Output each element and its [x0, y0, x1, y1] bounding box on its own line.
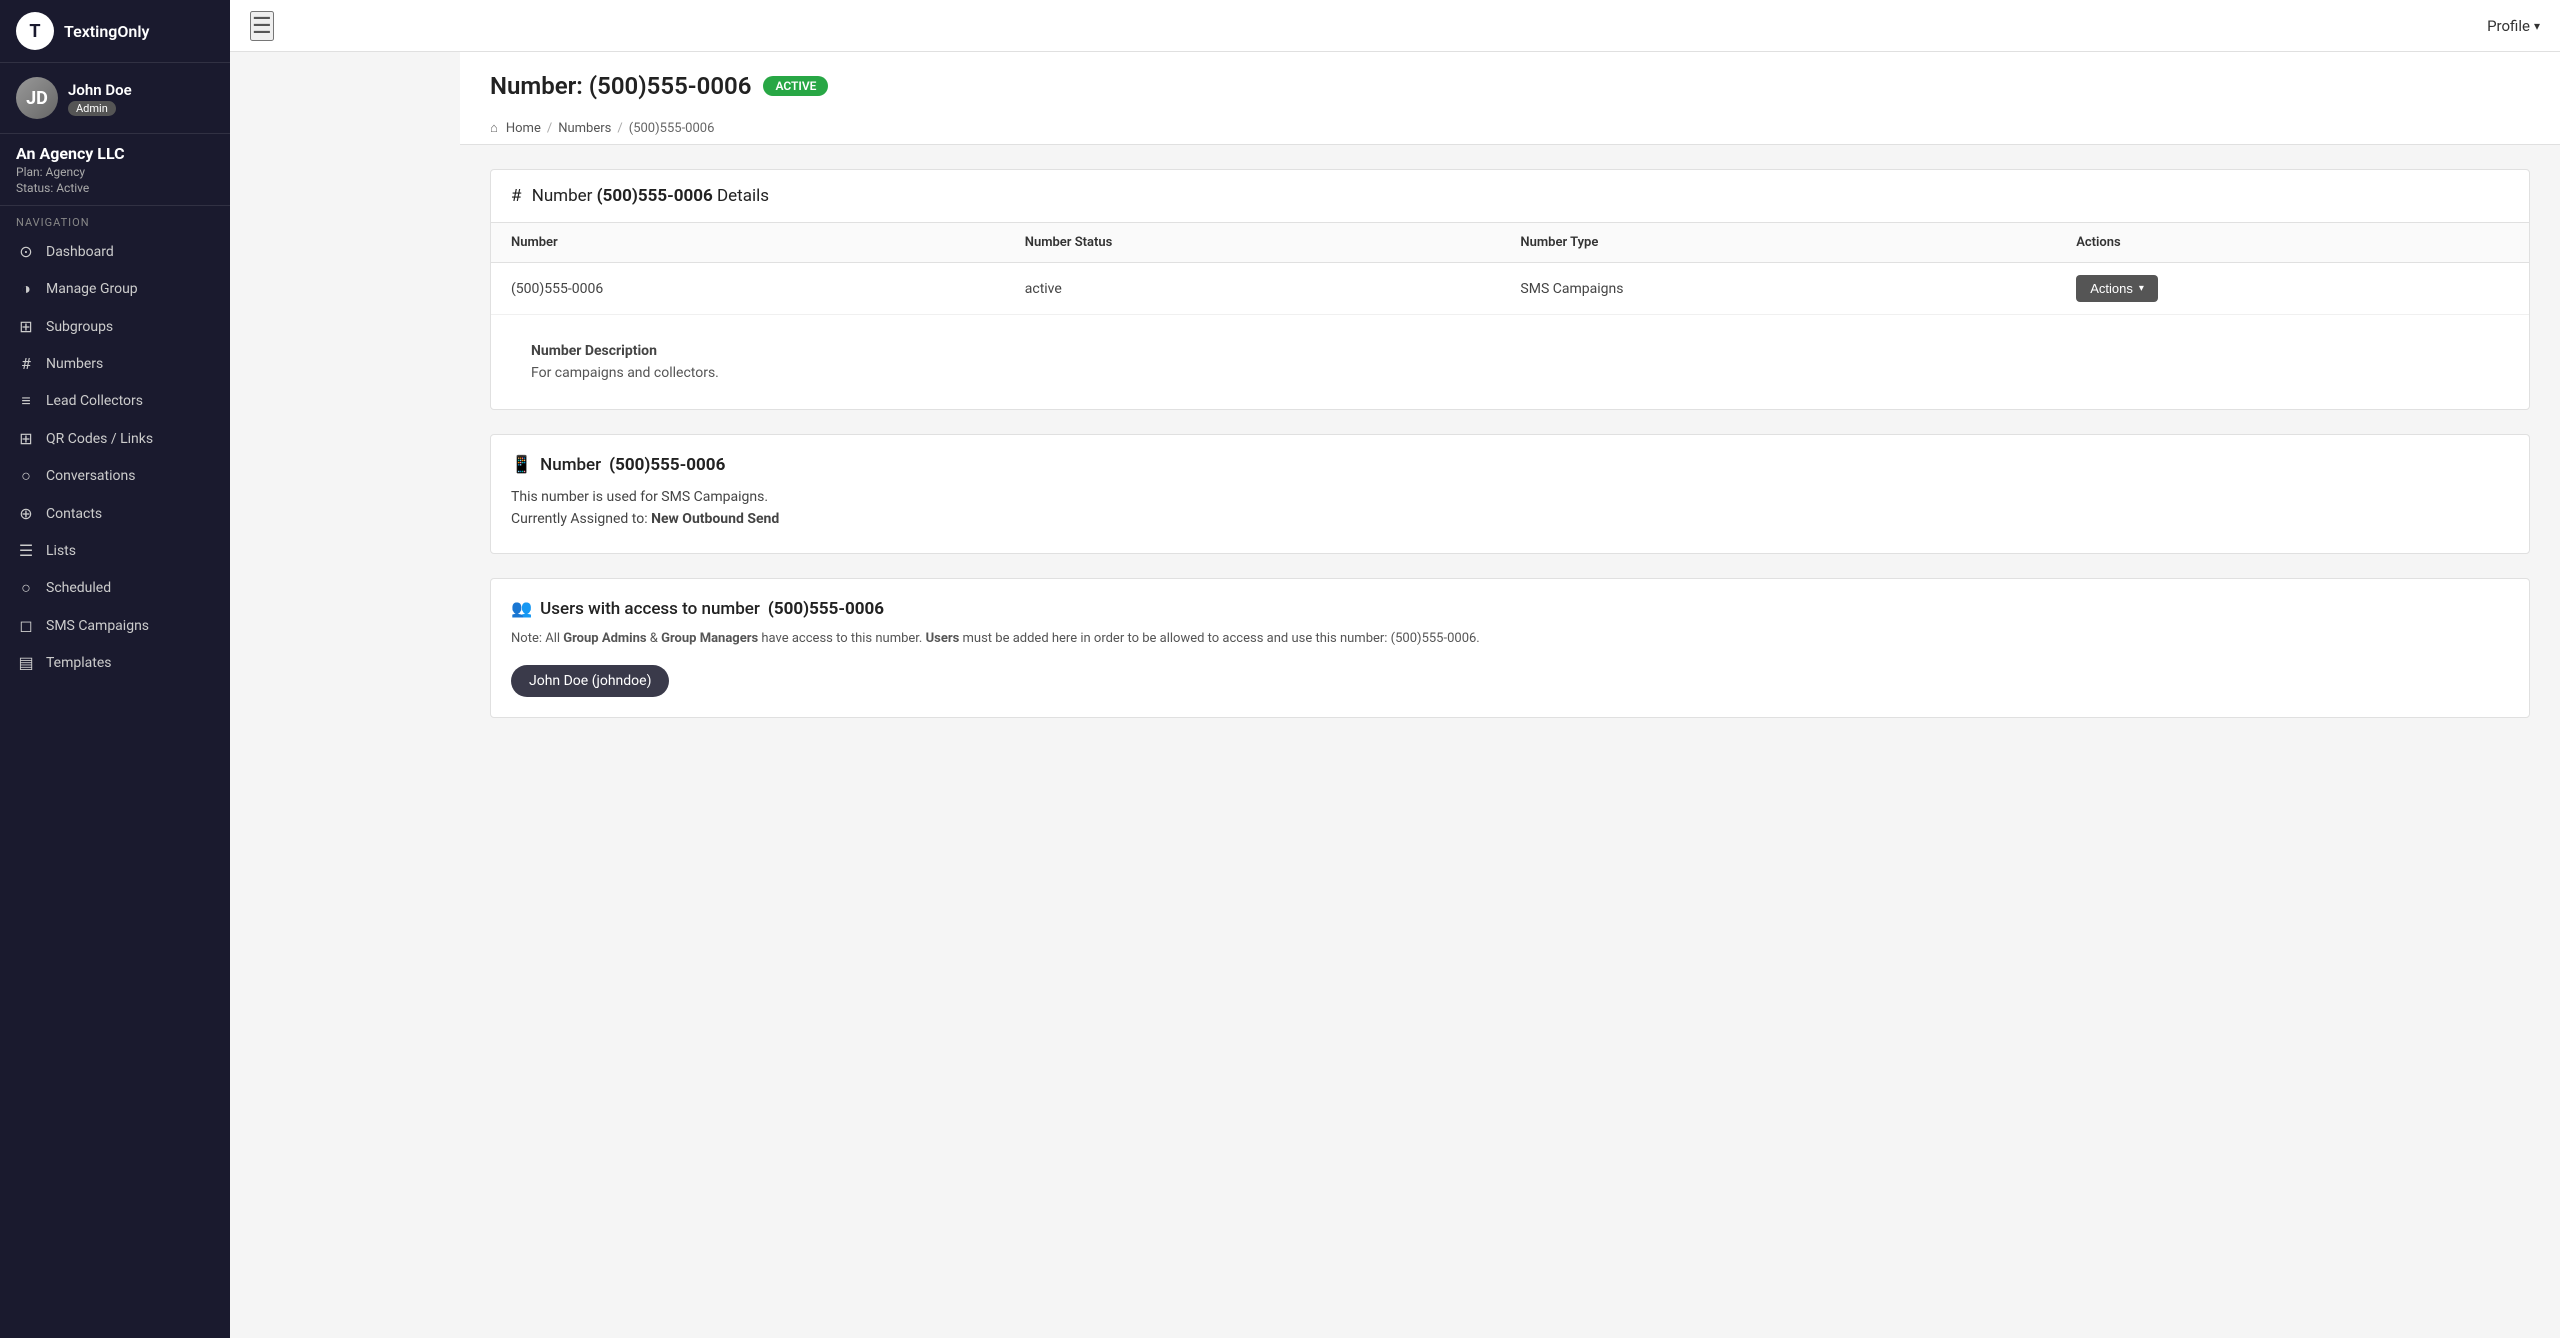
nav-label: NAVIGATION	[0, 206, 230, 233]
main-content: Number: (500)555-0006 ACTIVE ⌂ Home / Nu…	[460, 52, 2560, 1338]
agency-name: An Agency LLC	[16, 144, 214, 163]
sidebar-logo: T TextingOnly	[0, 0, 230, 63]
description-label: Number Description	[531, 343, 2489, 359]
phone-assigned: Currently Assigned to: New Outbound Send	[511, 511, 2509, 527]
details-section-title: # Number (500)555-0006 Details	[491, 170, 2529, 223]
agency-info: An Agency LLC Plan: Agency Status: Activ…	[0, 134, 230, 206]
users-section-content: 👥 Users with access to number (500)555-0…	[491, 579, 2529, 717]
description-text: For campaigns and collectors.	[531, 365, 2489, 381]
agency-plan: Plan: Agency	[16, 165, 214, 179]
page-title: Number: (500)555-0006	[490, 72, 751, 100]
sidebar-item-subgroups[interactable]: ⊞ Subgroups	[0, 308, 230, 345]
users-section-title: 👥 Users with access to number (500)555-0…	[511, 599, 2509, 619]
sidebar-item-label: Conversations	[46, 468, 135, 484]
description-row: Number Description For campaigns and col…	[491, 315, 2529, 410]
phone-section-title: 📱 Number (500)555-0006	[511, 455, 2509, 475]
sms-campaigns-icon: ◻	[16, 616, 36, 635]
sidebar-item-label: Contacts	[46, 506, 102, 522]
breadcrumb: ⌂ Home / Numbers / (500)555-0006	[490, 112, 2530, 144]
sidebar-item-sms-campaigns[interactable]: ◻ SMS Campaigns	[0, 607, 230, 644]
col-status: Number Status	[1005, 223, 1501, 263]
avatar: JD	[16, 77, 58, 119]
conversations-icon: ○	[16, 466, 36, 486]
phone-section-card: 📱 Number (500)555-0006 This number is us…	[490, 434, 2530, 554]
sidebar-item-label: Lists	[46, 543, 76, 559]
profile-button[interactable]: Profile ▾	[2487, 17, 2540, 35]
col-actions: Actions	[2056, 223, 2529, 263]
phone-info: This number is used for SMS Campaigns. C…	[511, 489, 2509, 527]
chevron-down-icon: ▾	[2534, 19, 2540, 33]
sidebar-item-numbers[interactable]: # Numbers	[0, 345, 230, 382]
sidebar-item-label: Lead Collectors	[46, 393, 143, 409]
templates-icon: ▤	[16, 653, 36, 672]
sidebar-item-label: Scheduled	[46, 580, 111, 596]
dashboard-icon: ⊙	[16, 242, 36, 261]
sidebar-item-contacts[interactable]: ⊕ Contacts	[0, 495, 230, 532]
app-name: TextingOnly	[64, 22, 149, 41]
cell-type: SMS Campaigns	[1500, 263, 2056, 315]
table-row: (500)555-0006 active SMS Campaigns Actio…	[491, 263, 2529, 315]
users-section-card: 👥 Users with access to number (500)555-0…	[490, 578, 2530, 718]
sidebar-item-manage-group[interactable]: ◑ Manage Group	[0, 270, 230, 308]
actions-dropdown-button[interactable]: Actions ▾	[2076, 275, 2158, 302]
user-role: Admin	[68, 101, 116, 116]
breadcrumb-numbers[interactable]: Numbers	[558, 121, 611, 136]
sidebar-item-scheduled[interactable]: ○ Scheduled	[0, 569, 230, 607]
cell-number: (500)555-0006	[491, 263, 1005, 315]
sidebar-item-lead-collectors[interactable]: ≡ Lead Collectors	[0, 382, 230, 420]
sidebar: T TextingOnly JD John Doe Admin An Agenc…	[0, 0, 230, 1338]
manage-group-icon: ◑	[16, 279, 36, 299]
logo-icon: T	[16, 12, 54, 50]
phone-section-content: 📱 Number (500)555-0006 This number is us…	[491, 435, 2529, 553]
numbers-icon: #	[16, 354, 36, 373]
col-type: Number Type	[1500, 223, 2056, 263]
sidebar-item-label: Dashboard	[46, 244, 114, 260]
number-details-card: # Number (500)555-0006 Details Number Nu…	[490, 169, 2530, 410]
lead-collectors-icon: ≡	[16, 391, 36, 411]
sidebar-item-label: SMS Campaigns	[46, 618, 149, 634]
user-info: JD John Doe Admin	[0, 63, 230, 134]
sidebar-item-dashboard[interactable]: ⊙ Dashboard	[0, 233, 230, 270]
users-note: Note: All Group Admins & Group Managers …	[511, 629, 2509, 649]
sidebar-item-qr-codes[interactable]: ⊞ QR Codes / Links	[0, 420, 230, 457]
caret-icon: ▾	[2139, 283, 2144, 294]
agency-status: Status: Active	[16, 181, 214, 195]
phone-icon: 📱	[511, 455, 532, 475]
phone-info-line1: This number is used for SMS Campaigns.	[511, 489, 2509, 505]
hamburger-button[interactable]: ☰	[250, 11, 274, 41]
breadcrumb-home[interactable]: Home	[506, 121, 541, 136]
sidebar-item-label: Templates	[46, 655, 112, 671]
sidebar-item-label: Manage Group	[46, 281, 138, 297]
details-table: Number Number Status Number Type Actions…	[491, 223, 2529, 409]
page-title-row: Number: (500)555-0006 ACTIVE	[490, 72, 2530, 112]
breadcrumb-current: (500)555-0006	[629, 121, 715, 136]
lists-icon: ☰	[16, 541, 36, 560]
status-badge: ACTIVE	[763, 76, 828, 96]
sidebar-item-lists[interactable]: ☰ Lists	[0, 532, 230, 569]
cell-status: active	[1005, 263, 1501, 315]
user-tag[interactable]: John Doe (johndoe)	[511, 665, 669, 697]
topbar: ☰ Profile ▾	[230, 0, 2560, 52]
profile-label: Profile	[2487, 17, 2530, 35]
qr-codes-icon: ⊞	[16, 429, 36, 448]
subgroups-icon: ⊞	[16, 317, 36, 336]
contacts-icon: ⊕	[16, 504, 36, 523]
users-icon: 👥	[511, 599, 532, 619]
col-number: Number	[491, 223, 1005, 263]
sidebar-item-conversations[interactable]: ○ Conversations	[0, 457, 230, 495]
page-header: Number: (500)555-0006 ACTIVE ⌂ Home / Nu…	[460, 52, 2560, 145]
scheduled-icon: ○	[16, 578, 36, 598]
description-cell: Number Description For campaigns and col…	[491, 315, 2529, 410]
home-icon: ⌂	[490, 120, 498, 136]
sidebar-item-label: QR Codes / Links	[46, 431, 153, 447]
content-area: # Number (500)555-0006 Details Number Nu…	[460, 145, 2560, 766]
user-name: John Doe	[68, 81, 132, 99]
sidebar-item-label: Subgroups	[46, 319, 113, 335]
cell-actions: Actions ▾	[2056, 263, 2529, 315]
sidebar-item-label: Numbers	[46, 356, 103, 372]
sidebar-item-templates[interactable]: ▤ Templates	[0, 644, 230, 681]
